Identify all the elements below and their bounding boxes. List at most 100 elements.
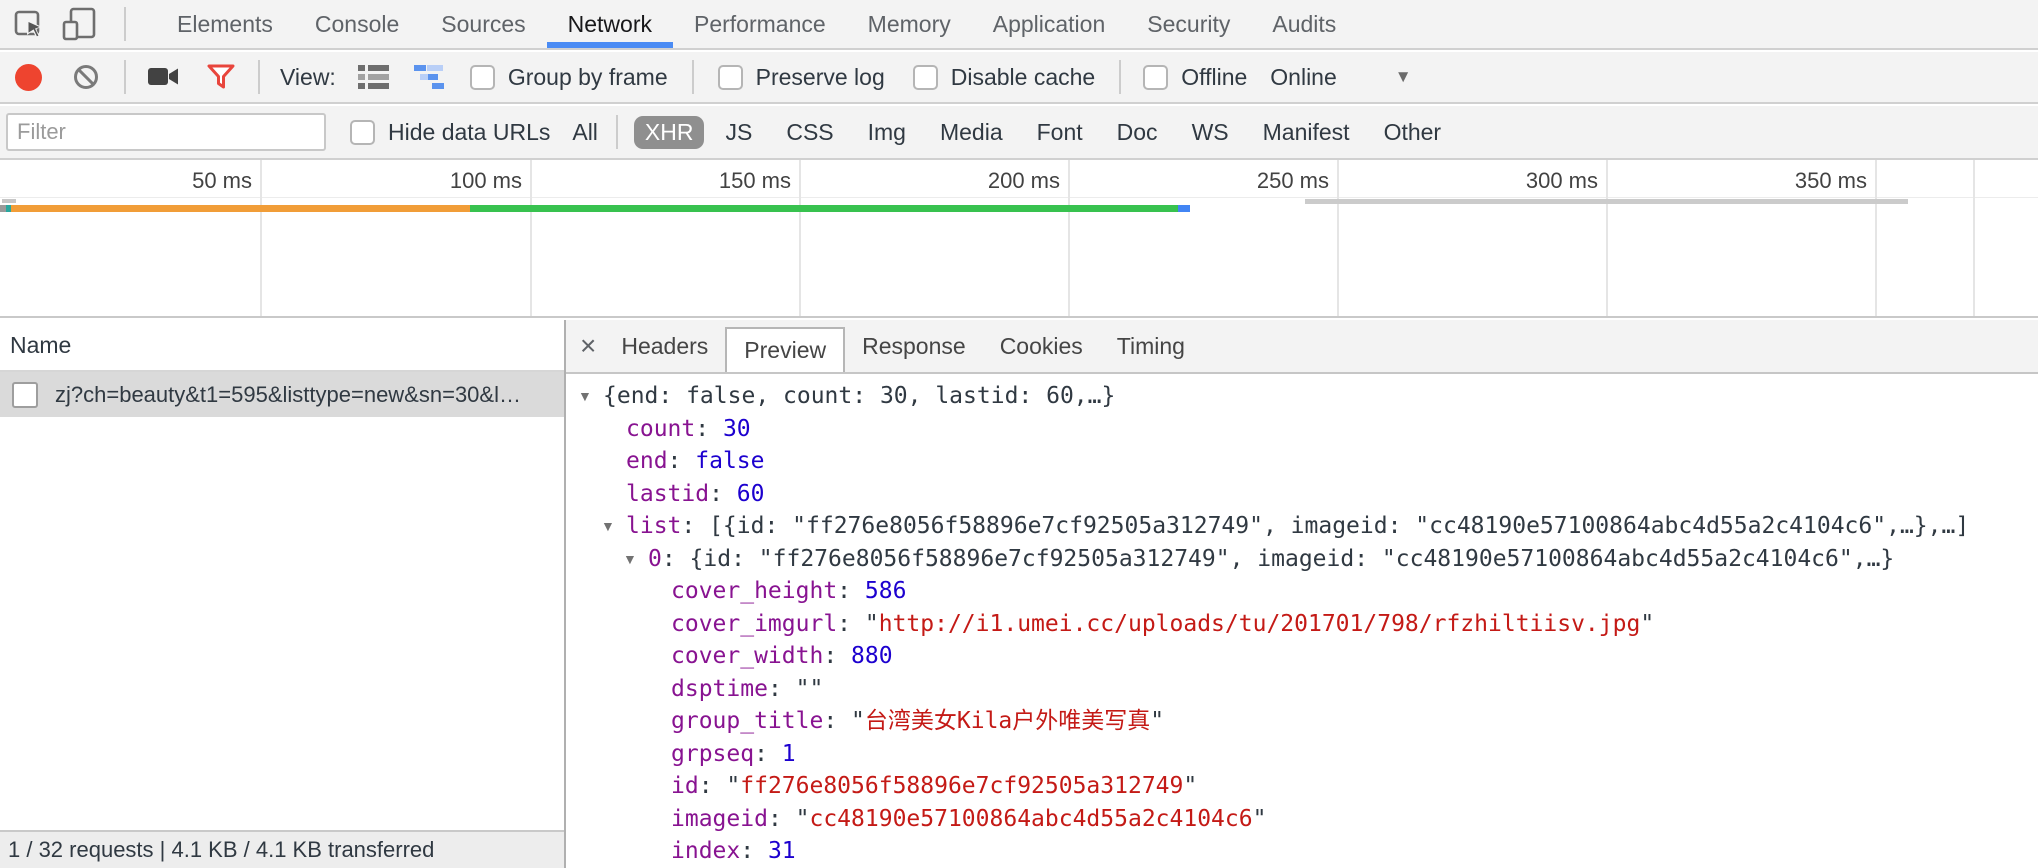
inspect-element-icon[interactable] [12,7,46,41]
json-token-key: lastid [626,481,709,507]
preview-tree-line[interactable]: count: 30 [566,413,2038,446]
preview-tree-line[interactable]: index: 31 [566,835,2038,868]
timeline-gridline [1606,160,1608,316]
filter-type-img[interactable]: Img [857,116,917,149]
preview-tree-line[interactable]: end: false [566,445,2038,478]
request-row-checkbox[interactable] [12,382,38,408]
timeline-tick-label: 350 ms [1717,168,1867,194]
json-token-num: 30 [723,416,751,442]
json-token-str: ff276e8056f58896e7cf92505a312749 [740,773,1183,799]
preview-tree-line[interactable]: ▼0: {id: "ff276e8056f58896e7cf92505a3127… [566,543,2038,576]
json-token-plain: : {id: "ff276e8056f58896e7cf92505a312749… [662,546,1894,572]
disable-cache-label: Disable cache [951,64,1095,91]
toolbar-separator [616,115,618,149]
preview-tree-line[interactable]: group_title: "台湾美女Kila户外唯美写真" [566,705,2038,738]
table-row[interactable]: zj?ch=beauty&t1=595&listtype=new&sn=30&l… [0,372,564,417]
tab-console[interactable]: Console [294,0,420,48]
json-token-key: group_title [671,708,823,734]
filter-type-ws[interactable]: WS [1181,116,1240,149]
preview-tree-line[interactable]: cover_imgurl: "http://i1.umei.cc/uploads… [566,608,2038,641]
json-token-num: 60 [737,481,765,507]
close-icon[interactable]: × [580,320,596,372]
screenshot-camera-icon[interactable] [148,65,180,89]
overview-timeline[interactable]: 50 ms100 ms150 ms200 ms250 ms300 ms350 m… [0,160,2038,318]
filter-type-xhr[interactable]: XHR [634,116,705,149]
json-token-plain: : " [699,773,741,799]
tab-performance[interactable]: Performance [673,0,847,48]
device-toolbar-icon[interactable] [60,5,98,43]
json-token-plain: : [740,838,768,864]
disable-cache-checkbox[interactable] [913,65,938,90]
tab-network[interactable]: Network [547,0,673,48]
record-icon[interactable] [15,64,42,91]
pending-request-bar [1305,199,1908,204]
filter-type-other[interactable]: Other [1373,116,1453,149]
tab-response[interactable]: Response [845,320,983,372]
filter-type-font[interactable]: Font [1026,116,1094,149]
filter-type-all[interactable]: All [572,119,598,146]
tab-headers[interactable]: Headers [604,320,725,372]
expand-arrow-icon[interactable]: ▼ [623,543,648,576]
tab-cookies[interactable]: Cookies [983,320,1100,372]
preview-tree-line[interactable]: cover_width: 880 [566,640,2038,673]
throttling-select[interactable]: Online [1270,64,1336,91]
large-rows-view-icon[interactable] [358,64,390,90]
name-column-header[interactable]: Name [0,320,564,372]
filter-type-manifest[interactable]: Manifest [1252,116,1361,149]
json-token-key: grpseq [671,741,754,767]
chevron-down-icon[interactable]: ▼ [1395,67,1412,87]
devtools-tabbar: ElementsConsoleSourcesNetworkPerformance… [0,0,2038,50]
preview-tree-line[interactable]: dsptime: "" [566,673,2038,706]
json-token-key: id [671,773,699,799]
filter-type-css[interactable]: CSS [775,116,844,149]
timeline-gridline [1337,160,1339,316]
filter-type-js[interactable]: JS [714,116,763,149]
main-bar-receiving-green [470,205,1178,212]
filter-funnel-icon[interactable] [206,62,236,92]
hide-data-urls-checkbox[interactable] [350,120,375,145]
main-bar-waiting-orange [11,205,470,212]
filter-type-doc[interactable]: Doc [1106,116,1169,149]
json-token-plain: {end: false, count: 30, lastid: 60,…} [603,383,1115,409]
json-token-plain: " [1183,773,1197,799]
filter-type-media[interactable]: Media [929,116,1014,149]
clear-icon[interactable] [72,63,100,91]
expand-arrow-icon[interactable]: ▼ [601,510,626,543]
tab-application[interactable]: Application [972,0,1127,48]
toolbar-separator [124,7,126,41]
filter-toolbar: Hide data URLs All XHRJSCSSImgMediaFontD… [0,106,2038,160]
preview-tree-line[interactable]: ▼{end: false, count: 30, lastid: 60,…} [566,380,2038,413]
timeline-gridline [530,160,532,316]
preserve-log-checkbox[interactable] [718,65,743,90]
tab-timing[interactable]: Timing [1100,320,1202,372]
requests-panel: Name zj?ch=beauty&t1=595&listtype=new&sn… [0,320,566,868]
tab-security[interactable]: Security [1126,0,1251,48]
json-token-num: 1 [782,741,796,767]
tab-memory[interactable]: Memory [847,0,972,48]
timeline-tick-label: 100 ms [372,168,522,194]
filter-input[interactable] [6,113,326,151]
preview-tree-line[interactable]: ▼list: [{id: "ff276e8056f58896e7cf92505a… [566,510,2038,543]
group-by-frame-checkbox[interactable] [470,65,495,90]
tabbar-icons [0,0,138,48]
tab-sources[interactable]: Sources [420,0,546,48]
json-token-plain: " [1640,611,1654,637]
offline-checkbox[interactable] [1143,65,1168,90]
json-token-key: cover_imgurl [671,611,837,637]
json-token-plain: : [837,578,865,604]
show-overview-waterfall-icon[interactable] [414,64,446,90]
tab-audits[interactable]: Audits [1251,0,1357,48]
tab-elements[interactable]: Elements [156,0,294,48]
preview-tree-line[interactable]: imageid: "cc48190e57100864abc4d55a2c4104… [566,803,2038,836]
json-token-key: imageid [671,806,768,832]
json-token-num: 880 [851,643,893,669]
json-token-key: cover_width [671,643,823,669]
expand-arrow-icon[interactable]: ▼ [578,380,603,413]
preview-tree-line[interactable]: id: "ff276e8056f58896e7cf92505a312749" [566,770,2038,803]
preview-tree-line[interactable]: cover_height: 586 [566,575,2038,608]
json-token-plain: : [709,481,737,507]
preview-tree-line[interactable]: grpseq: 1 [566,738,2038,771]
tab-preview[interactable]: Preview [725,327,845,372]
main-bar-end-blue [1178,205,1190,212]
preview-tree-line[interactable]: lastid: 60 [566,478,2038,511]
